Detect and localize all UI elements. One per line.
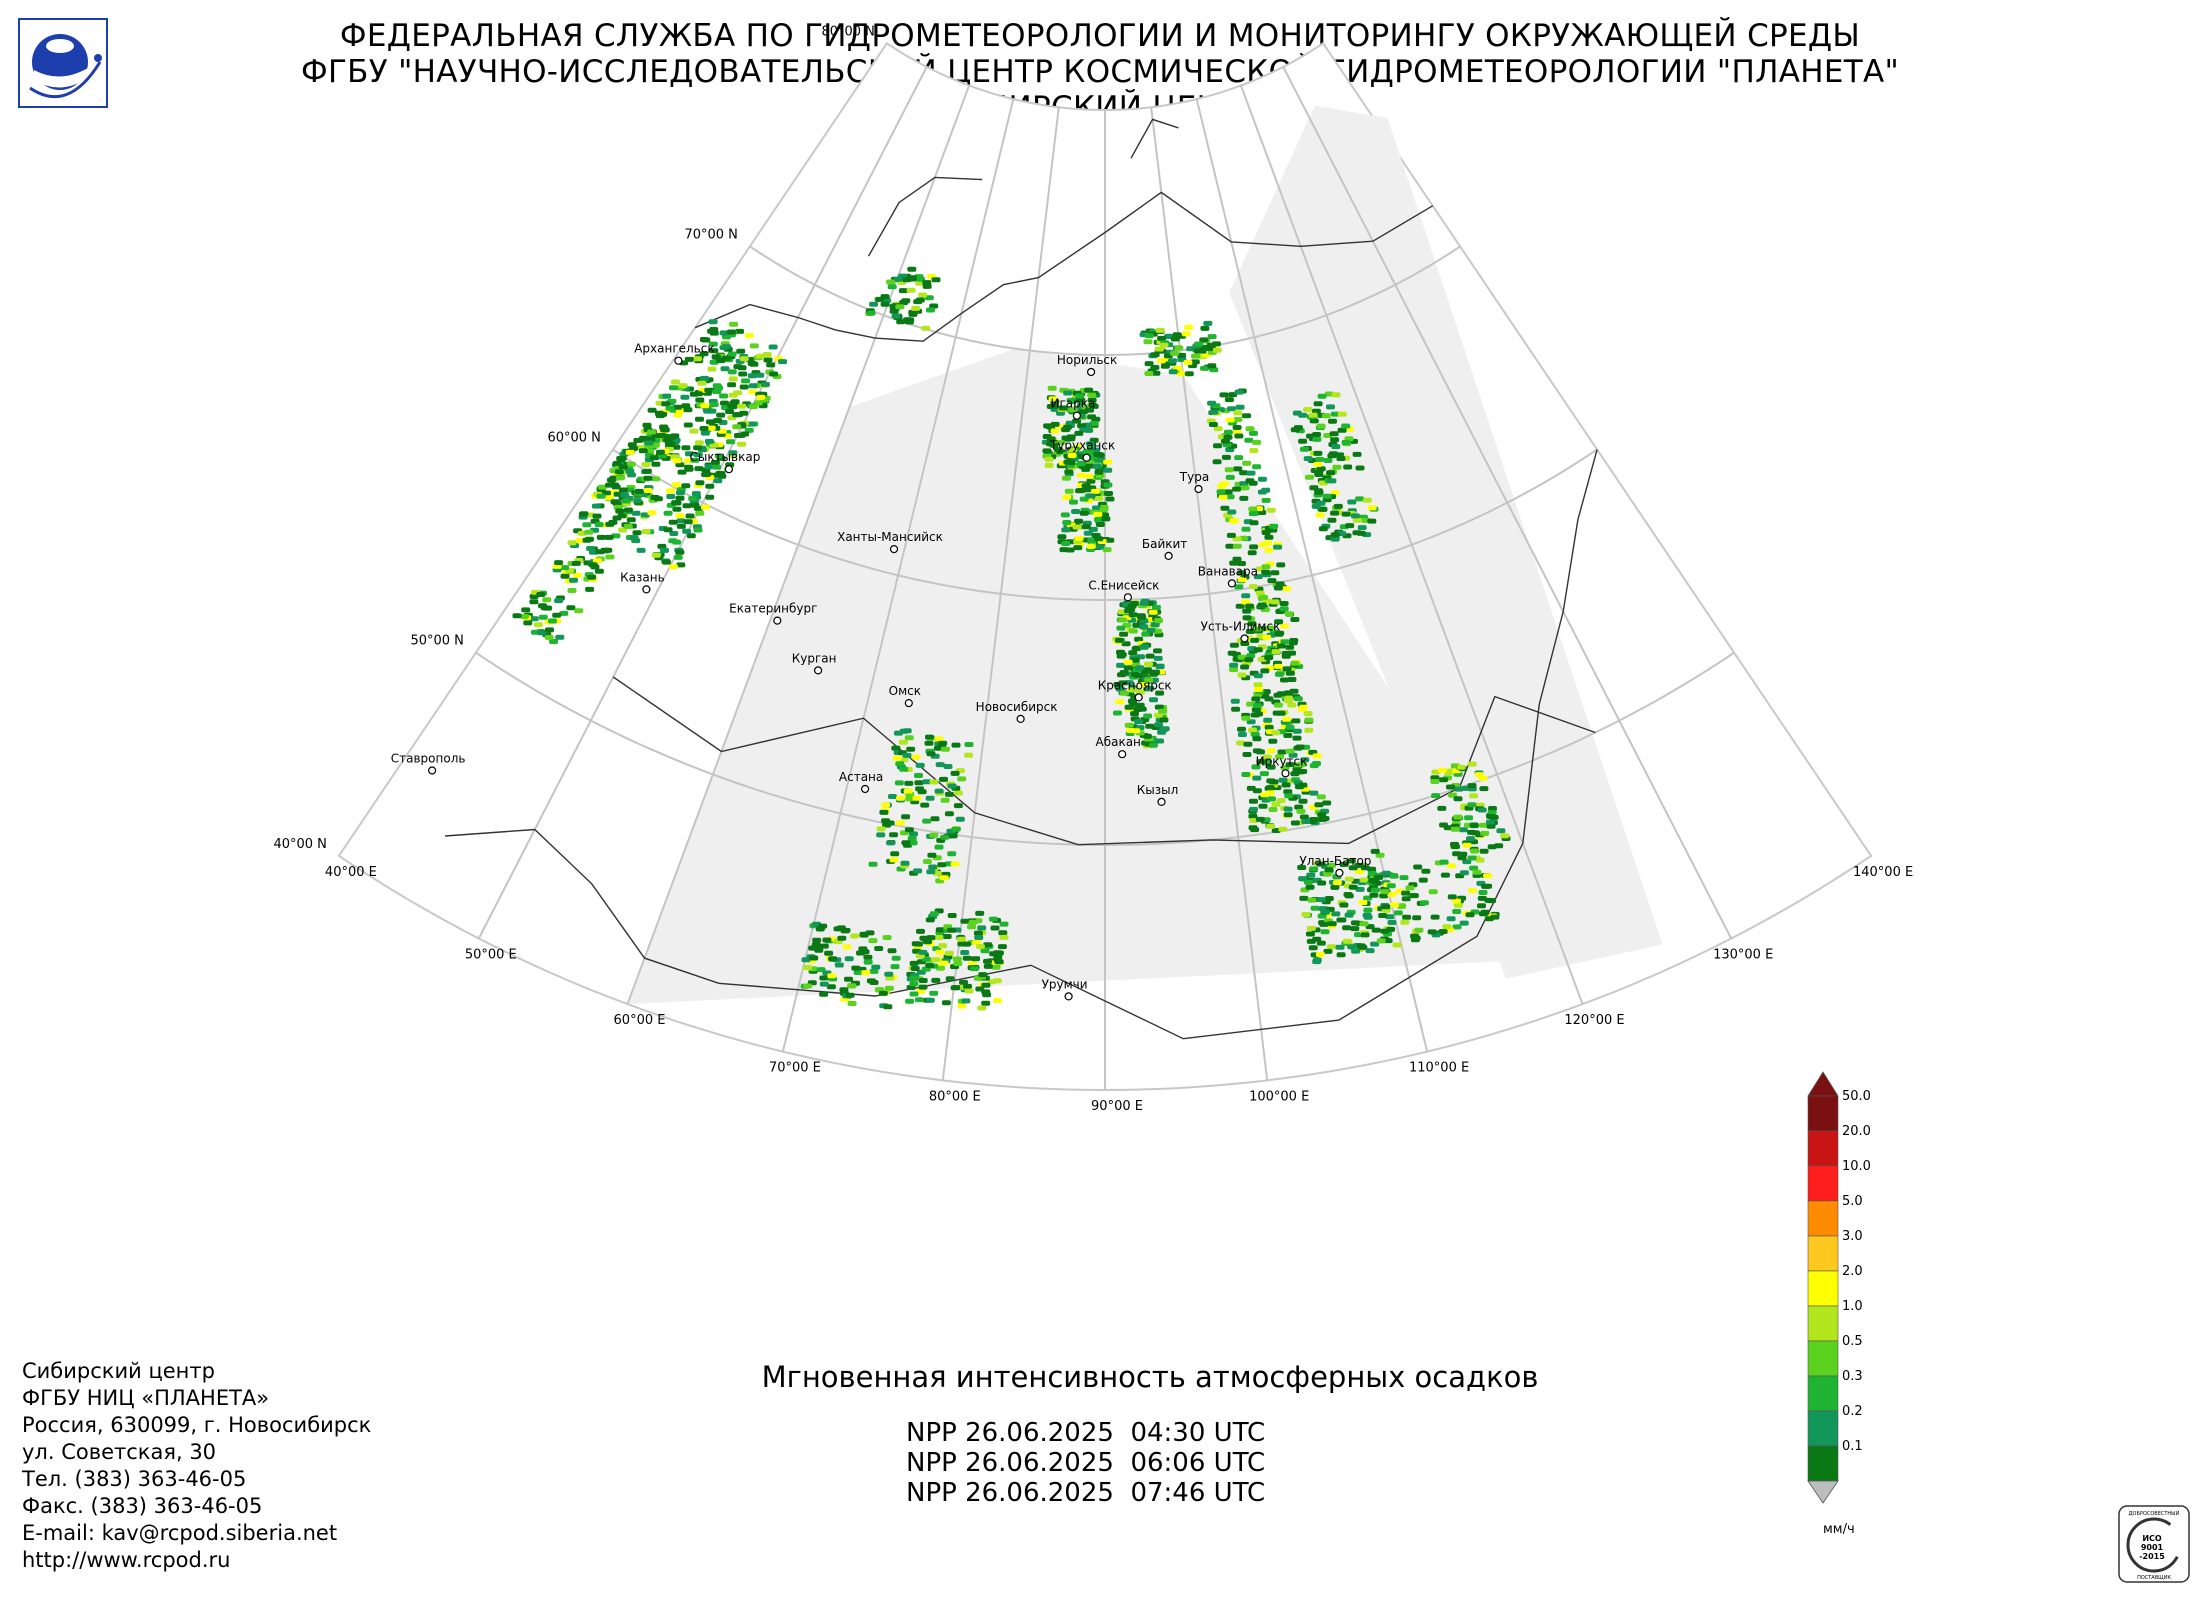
iso-badge-line: ИСО xyxy=(2142,1534,2162,1543)
legend-swatch xyxy=(1807,1445,1839,1482)
legend-swatch xyxy=(1807,1305,1839,1342)
latitude-label: 70°00 N xyxy=(684,227,737,242)
satellite-passes: NPP 26.06.2025 04:30 UTC NPP 26.06.2025 … xyxy=(906,1418,1265,1508)
city-label: Туруханск xyxy=(1049,439,1115,453)
city-label: Тура xyxy=(1179,470,1209,484)
city-label: Курган xyxy=(792,651,837,665)
iso-badge-bottom: ПОСТАВЩИК xyxy=(2137,1575,2171,1581)
longitude-label: 90°00 E xyxy=(1091,1099,1143,1114)
legend-label: 0.5 xyxy=(1842,1334,1863,1349)
city-label: Байкит xyxy=(1142,537,1187,551)
city-label: Астана xyxy=(839,770,883,784)
pass-line: NPP 26.06.2025 06:06 UTC xyxy=(906,1448,1266,1478)
contact-block: Сибирский центр ФГБУ НИЦ «ПЛАНЕТА» Росси… xyxy=(22,1358,371,1574)
city-label: С.Енисейск xyxy=(1088,578,1159,592)
pass-line: NPP 26.06.2025 07:46 UTC xyxy=(906,1478,1266,1508)
city-label: Ванавара xyxy=(1198,564,1258,578)
city-label: Кызыл xyxy=(1137,783,1179,797)
iso-badge-top: ДОБРОСОВЕСТНЫЙ xyxy=(2129,1510,2180,1517)
legend-swatch xyxy=(1807,1130,1839,1167)
city-label: Ставрополь xyxy=(391,752,466,766)
city-label: Новосибирск xyxy=(976,700,1058,714)
legend-swatch xyxy=(1807,1410,1839,1447)
city-label: Ханты-Мансийск xyxy=(837,530,943,544)
color-legend: 50.0 20.0 10.0 5.0 3.0 2.0 1.0 0.5 0.3 0.2 0.1 xyxy=(1807,1071,1871,1504)
legend-label: 3.0 xyxy=(1842,1229,1863,1244)
city-label: Красноярск xyxy=(1098,678,1172,692)
contact-website[interactable]: http://www.rcpod.ru xyxy=(22,1547,371,1574)
city-label: Игарка xyxy=(1050,397,1095,411)
city-label: Улан-Батор xyxy=(1299,854,1371,868)
legend-swatch xyxy=(1807,1375,1839,1412)
city-label: Омск xyxy=(889,684,921,698)
legend-label: 0.2 xyxy=(1842,1404,1863,1419)
legend-label: 10.0 xyxy=(1842,1159,1871,1174)
iso-badge-line: 9001 xyxy=(2141,1543,2164,1552)
city-label: Иркутск xyxy=(1256,754,1308,768)
longitude-label: 110°00 E xyxy=(1409,1061,1469,1076)
longitude-label: 40°00 E xyxy=(325,865,377,880)
contact-line: Россия, 630099, г. Новосибирск xyxy=(22,1413,372,1437)
legend-swatch xyxy=(1807,1270,1839,1307)
contact-line: ФГБУ НИЦ «ПЛАНЕТА» xyxy=(22,1386,270,1410)
pass-line: NPP 26.06.2025 04:30 UTC xyxy=(906,1418,1266,1448)
latitude-label: 60°00 N xyxy=(547,431,600,446)
legend-label: 50.0 xyxy=(1842,1089,1871,1104)
longitude-label: 140°00 E xyxy=(1853,865,1913,880)
contact-line: Тел. (383) 363-46-05 xyxy=(22,1467,247,1491)
longitude-label: 60°00 E xyxy=(614,1013,666,1028)
legend-unit: мм/ч xyxy=(1823,1522,1855,1537)
legend-swatch xyxy=(1807,1165,1839,1202)
city-label: Казань xyxy=(620,570,665,584)
latitude-label: 80°00 N xyxy=(821,24,874,39)
longitude-label: 100°00 E xyxy=(1249,1089,1309,1104)
longitude-label: 50°00 E xyxy=(465,948,517,963)
iso-badge-icon: ДОБРОСОВЕСТНЫЙ ИСО 9001 -2015 ПОСТАВЩИК xyxy=(2118,1505,2190,1583)
city-label: Архангельск xyxy=(634,342,714,356)
city-label: Екатеринбург xyxy=(729,602,817,616)
city-label: Усть-Илимск xyxy=(1201,620,1281,634)
city-label: Урумчи xyxy=(1042,977,1088,991)
longitude-label: 120°00 E xyxy=(1564,1013,1624,1028)
contact-line: Факс. (383) 363-46-05 xyxy=(22,1494,263,1518)
legend-label: 0.3 xyxy=(1842,1369,1863,1384)
latitude-label: 40°00 N xyxy=(273,837,326,852)
longitude-label: 80°00 E xyxy=(929,1089,981,1104)
contact-line: ул. Советская, 30 xyxy=(22,1440,217,1464)
legend-label: 1.0 xyxy=(1842,1299,1863,1314)
city-label: Сыктывкар xyxy=(689,450,760,464)
legend-label: 0.1 xyxy=(1842,1439,1863,1454)
contact-email[interactable]: E-mail: kav@rcpod.siberia.net xyxy=(22,1520,371,1547)
city-label: Абакан xyxy=(1095,735,1140,749)
city-label: Норильск xyxy=(1057,353,1117,367)
legend-swatch xyxy=(1807,1235,1839,1272)
legend-max-arrow xyxy=(1807,1071,1839,1097)
legend-label: 2.0 xyxy=(1842,1264,1863,1279)
longitude-label: 70°00 E xyxy=(769,1061,821,1076)
legend-swatch xyxy=(1807,1200,1839,1237)
product-title: Мгновенная интенсивность атмосферных оса… xyxy=(761,1360,1539,1394)
legend-min-arrow xyxy=(1807,1480,1839,1504)
latitude-label: 50°00 N xyxy=(410,634,463,649)
iso-badge-line: -2015 xyxy=(2139,1552,2165,1561)
legend-swatch xyxy=(1807,1095,1839,1132)
legend-swatch xyxy=(1807,1340,1839,1377)
legend-label: 20.0 xyxy=(1842,1124,1871,1139)
longitude-label: 130°00 E xyxy=(1713,948,1773,963)
contact-line: Сибирский центр xyxy=(22,1359,215,1383)
legend-label: 5.0 xyxy=(1842,1194,1863,1209)
